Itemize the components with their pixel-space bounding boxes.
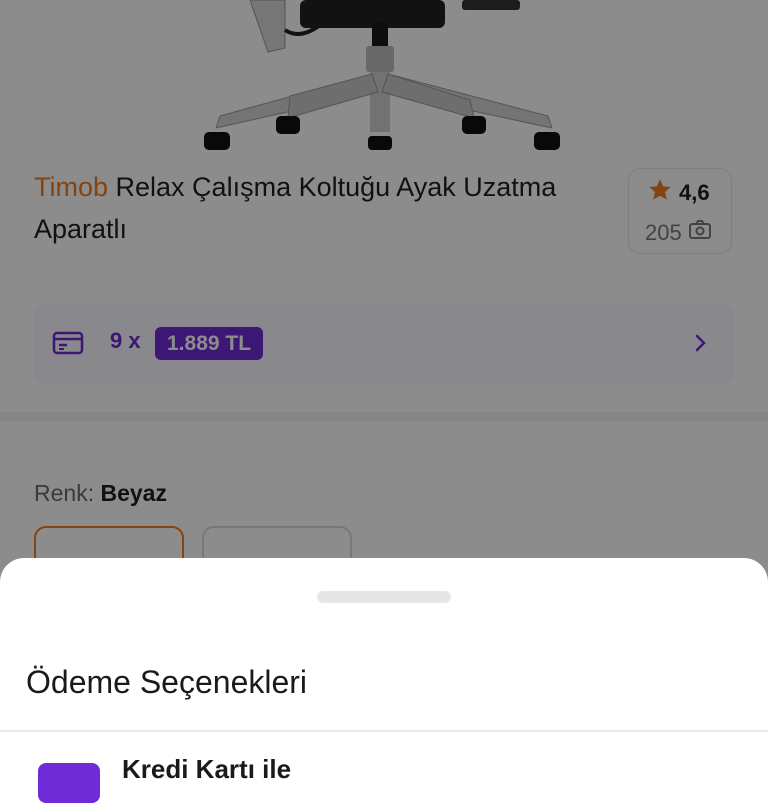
- credit-card-option-icon: [38, 763, 100, 803]
- payment-options-sheet: Ödeme Seçenekleri Kredi Kartı ile: [0, 558, 768, 803]
- sheet-title: Ödeme Seçenekleri: [26, 664, 308, 700]
- sheet-drag-handle[interactable]: [317, 591, 451, 603]
- credit-card-option-label[interactable]: Kredi Kartı ile: [122, 754, 291, 785]
- sheet-divider: [0, 730, 768, 732]
